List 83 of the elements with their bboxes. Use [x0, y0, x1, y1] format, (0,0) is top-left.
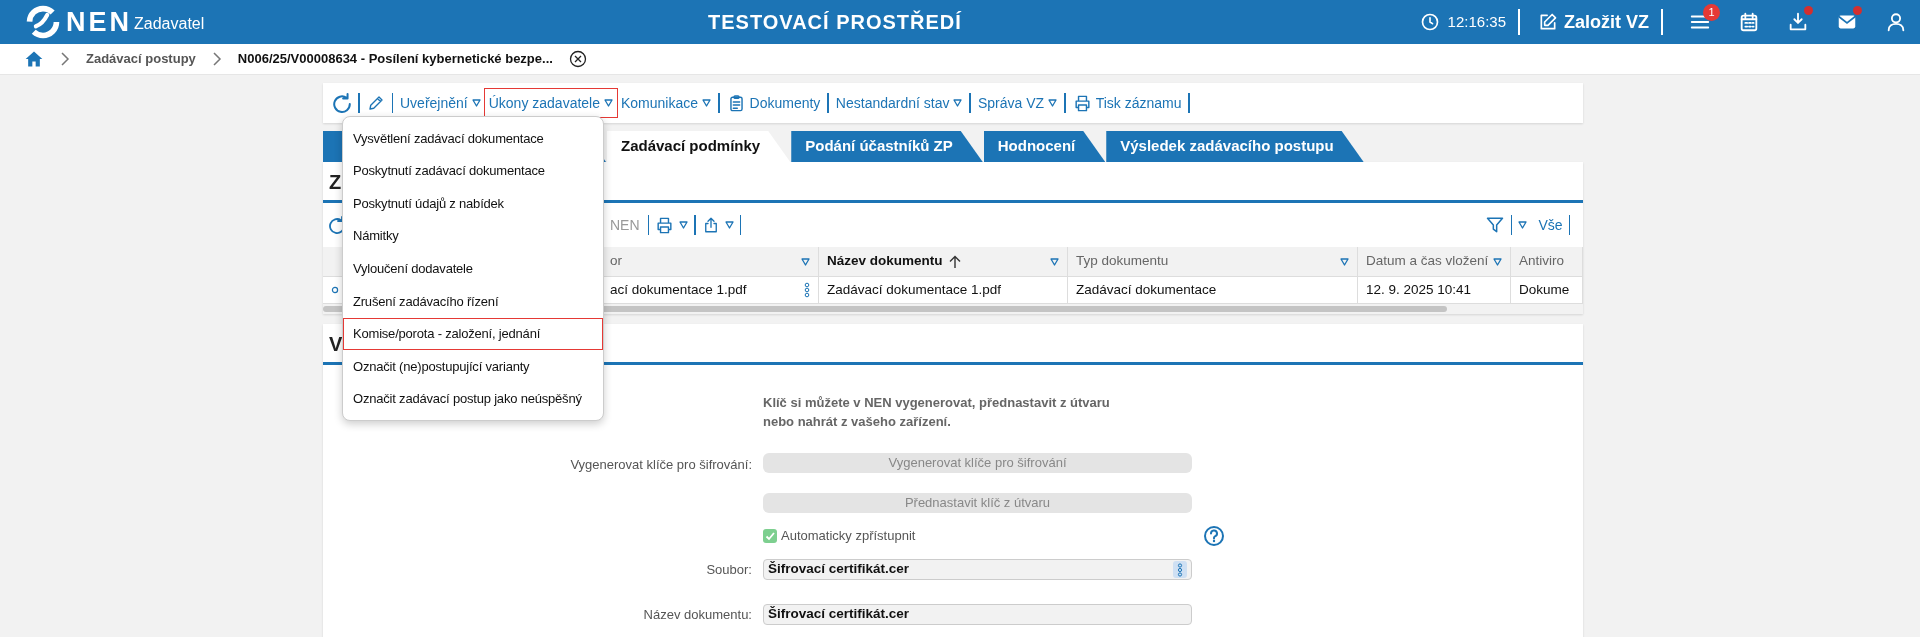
menu-button[interactable]: Nestandardní stav	[831, 89, 967, 117]
column-header[interactable]: Antiviro	[1511, 247, 1583, 277]
menu-item[interactable]: Označit zadávací postup jako neúspěšný	[343, 382, 603, 416]
caret-icon	[604, 99, 613, 107]
table-cell-text: Zadávací dokumentace	[1076, 280, 1217, 299]
help-icon[interactable]	[1203, 525, 1225, 547]
caret-icon	[724, 221, 734, 229]
clock-time: 12:16:35	[1447, 11, 1506, 32]
action-button: Vygenerovat klíče pro šifrování	[763, 453, 1192, 473]
caret-icon	[679, 221, 689, 229]
printer-icon	[655, 215, 675, 235]
input-field[interactable]: Šifrovací certifikát.cer	[763, 604, 1192, 625]
clock-icon	[1419, 12, 1440, 32]
column-header[interactable]: Typ dokumentu	[1068, 247, 1358, 277]
caret-icon	[953, 99, 963, 107]
caret-icon	[1493, 257, 1502, 266]
info-text: Klíč si můžete v NEN vygenerovat, přednastavit z útvaru nebo nahrát z vašeho zařízení.	[763, 394, 1111, 431]
sort-up-icon	[948, 254, 961, 269]
menu-item[interactable]: Označit (ne)postupující varianty	[343, 350, 603, 383]
menu-button[interactable]: Uveřejnění	[396, 89, 485, 117]
menu-item[interactable]: Námitky	[343, 219, 603, 253]
table-cell-text: ací dokumentace 1.pdf	[610, 280, 747, 299]
chevron-icon	[211, 52, 222, 66]
refresh-icon	[329, 216, 345, 234]
tab[interactable]: Zadávací podmínky	[607, 131, 791, 162]
filter-dropdown[interactable]: Vše	[1515, 214, 1566, 236]
table-cell-text: 12. 9. 2025 10:41	[1366, 280, 1472, 299]
scrollbar-thumb[interactable]	[323, 306, 1447, 312]
logo-icon	[26, 5, 60, 39]
create-button[interactable]: Založit VZ	[1532, 8, 1649, 36]
filter-icon	[1484, 215, 1505, 235]
kebab-icon[interactable]	[804, 282, 810, 298]
checkbox[interactable]	[763, 529, 777, 543]
action-button: Přednastavit klíč z útvaru	[763, 493, 1192, 513]
toolbar-button[interactable]: Tisk záznamu	[1068, 89, 1186, 117]
tab[interactable]: Hodnocení	[983, 131, 1106, 162]
menu-button[interactable]: Správa VZ	[974, 89, 1062, 117]
tab[interactable]: Výsledek zadávacího postupu	[1106, 131, 1364, 162]
printer-icon	[1072, 93, 1092, 113]
tab[interactable]: Podání účastníků ZP	[791, 131, 983, 162]
toolbar-action[interactable]: NEN	[610, 214, 640, 236]
home-icon[interactable]	[24, 49, 44, 69]
menu-button[interactable]: 1	[1675, 2, 1724, 42]
file-field[interactable]: Šifrovací certifikát.cer	[763, 559, 1192, 580]
menu-button[interactable]: Úkony zadavatele	[484, 89, 617, 117]
menu-item[interactable]: Vyloučení dodavatele	[343, 252, 603, 285]
caret-icon	[1518, 221, 1528, 229]
caret-icon	[471, 99, 481, 107]
edit-icon	[1538, 12, 1558, 32]
app-name: Zadavatel	[134, 14, 205, 34]
caret-icon	[1048, 99, 1058, 107]
breadcrumb-link[interactable]: Zadávací postupy	[86, 49, 196, 69]
toolbar-button[interactable]: Dokumenty	[722, 89, 825, 117]
notification-badge: 1	[1703, 4, 1720, 21]
caret-icon	[801, 257, 810, 266]
table-cell-text: Dokume	[1519, 280, 1570, 299]
menu-item[interactable]: Vysvětlení zadávací dokumentace	[343, 122, 603, 155]
environment-title: TESTOVACÍ PROSTŘEDÍ	[708, 9, 962, 35]
table-cell-text: Zadávací dokumentace 1.pdf	[827, 280, 1002, 299]
refresh-icon	[333, 93, 351, 113]
menu-item[interactable]: Komise/porota - založení, jednání	[343, 317, 603, 351]
check-icon	[765, 531, 775, 541]
field-label: Název dokumentu:	[642, 605, 752, 624]
caret-icon	[1050, 257, 1059, 266]
field-label: Soubor:	[705, 560, 752, 579]
menu-button[interactable]: Komunikace	[617, 89, 716, 117]
column-header[interactable]: or	[602, 247, 819, 277]
breadcrumb-current: N006/25/V00008634 - Posílení kybernetické bezpe...	[237, 50, 553, 69]
menu-item[interactable]: Poskytnutí údajů z nabídek	[343, 187, 603, 220]
close-icon[interactable]	[568, 50, 587, 68]
logo-text: NEN	[66, 8, 132, 36]
field-label: Vygenerovat klíče pro šifrování:	[569, 456, 752, 475]
row-select-icon[interactable]	[331, 286, 339, 294]
checkbox-label: Automaticky zpřístupnit	[781, 527, 916, 546]
column-header[interactable]: Název dokumentu	[819, 247, 1068, 277]
menu-item[interactable]: Poskytnutí zadávací dokumentace	[343, 154, 603, 188]
column-header[interactable]: Datum a čas vložení	[1358, 247, 1511, 277]
caret-icon	[1340, 257, 1349, 266]
caret-icon	[702, 99, 712, 107]
chevron-icon	[60, 52, 70, 66]
file-menu-button[interactable]	[1173, 561, 1187, 578]
kebab-icon	[1177, 562, 1183, 577]
menu-item[interactable]: Zrušení zadávacího řízení	[343, 284, 603, 318]
